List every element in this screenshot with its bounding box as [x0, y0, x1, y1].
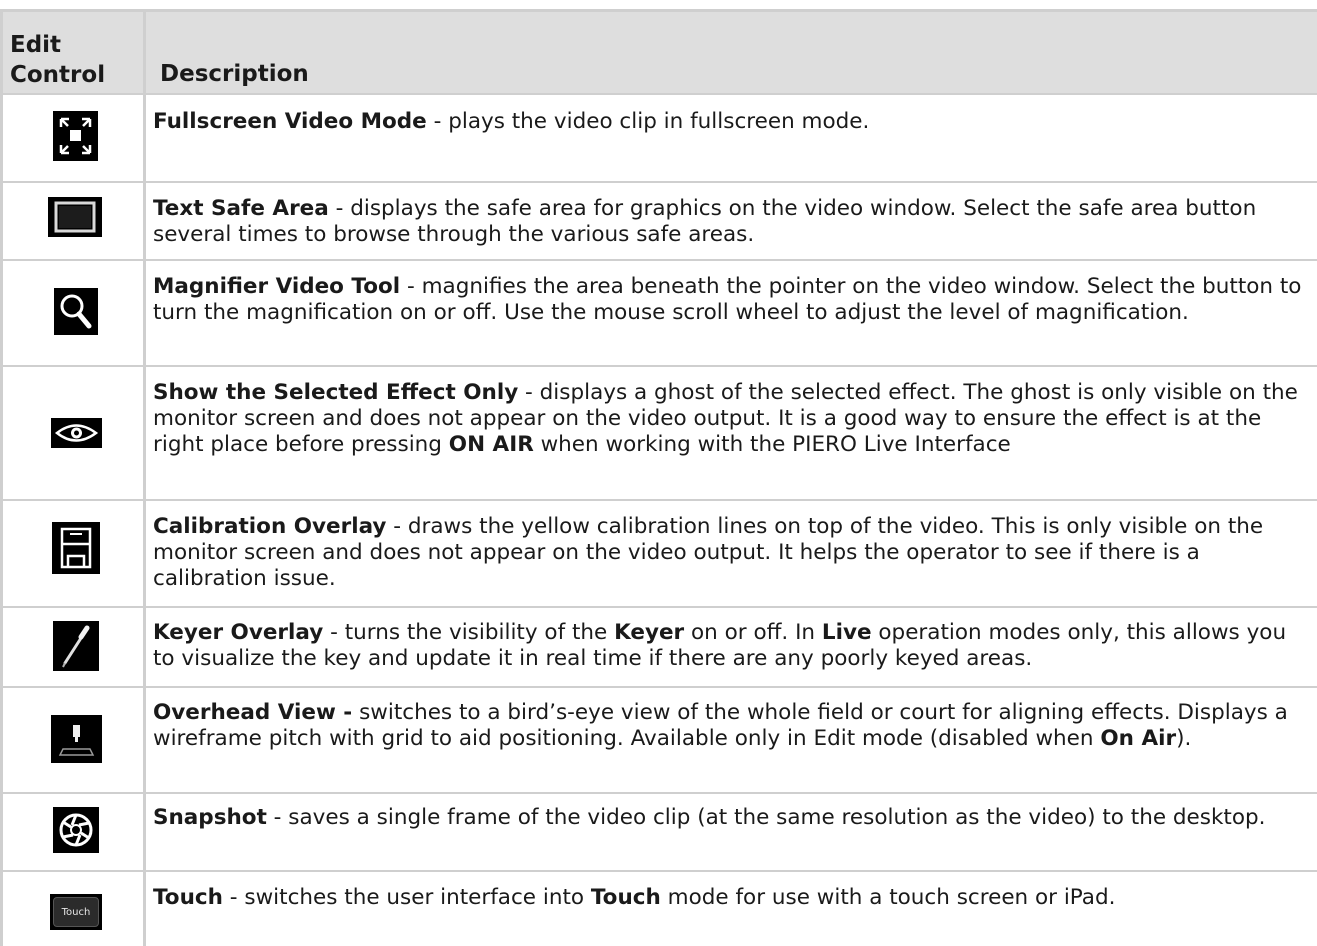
row-divider [3, 93, 1317, 95]
edit-controls-table: Edit Control Description Fullscreen Vide… [0, 0, 1317, 946]
row-calibration-description: Calibration Overlay - draws the yellow c… [153, 514, 1264, 591]
overhead-view-icon[interactable] [51, 715, 102, 763]
header-description: Description [160, 61, 309, 87]
row-divider [3, 499, 1317, 501]
row-snapshot-description: Snapshot - saves a single frame of the v… [153, 805, 1266, 830]
row-touch-description: Touch - switches the user interface into… [153, 885, 1116, 910]
row-divider [3, 792, 1317, 794]
row-divider [3, 870, 1317, 872]
fullscreen-icon[interactable] [53, 111, 98, 161]
row-divider [3, 181, 1317, 183]
row-divider [3, 686, 1317, 688]
table-header: Edit Control Description [3, 12, 1317, 93]
camera-shutter-icon[interactable] [53, 807, 99, 853]
row-divider [3, 365, 1317, 367]
row-safe-area-description: Text Safe Area - displays the safe area … [153, 196, 1257, 247]
magnifier-icon[interactable] [54, 288, 98, 335]
row-selected-effect-description: Show the Selected Effect Only - displays… [153, 380, 1298, 457]
row-keyer-description: Keyer Overlay - turns the visibility of … [153, 620, 1287, 671]
dropper-icon[interactable] [53, 621, 99, 671]
row-divider [3, 259, 1317, 261]
row-divider [3, 606, 1317, 608]
row-magnifier-description: Magnifier Video Tool - magnifies the are… [153, 274, 1302, 325]
row-overhead-view-description: Overhead View - switches to a bird’s-eye… [153, 700, 1288, 751]
eye-icon[interactable] [51, 418, 102, 448]
row-fullscreen-description: Fullscreen Video Mode - plays the video … [153, 109, 870, 134]
touch-icon[interactable]: Touch [50, 894, 102, 930]
column-divider [143, 12, 146, 946]
touch-icon-label: Touch [61, 906, 91, 918]
calibration-icon[interactable] [52, 522, 100, 574]
safe-area-icon[interactable] [48, 197, 102, 237]
header-edit-control: Edit Control [10, 32, 106, 88]
